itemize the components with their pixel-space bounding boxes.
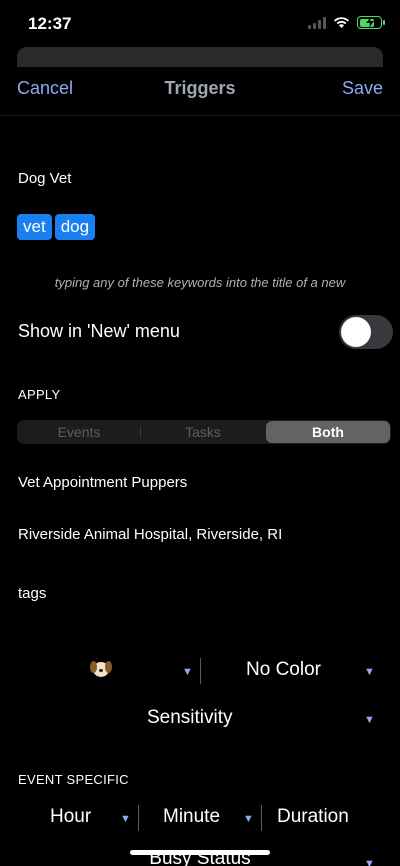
- minute-picker[interactable]: Minute: [163, 806, 220, 828]
- save-button[interactable]: Save: [342, 78, 383, 99]
- chevron-down-icon: ▼: [364, 714, 375, 726]
- chevron-down-icon: ▼: [243, 813, 254, 825]
- apply-section-header: APPLY: [18, 387, 61, 402]
- status-time: 12:37: [28, 14, 72, 33]
- event-title-field[interactable]: Vet Appointment Puppers: [18, 474, 187, 491]
- segment-both[interactable]: Both: [266, 421, 390, 443]
- picker-divider: [261, 805, 262, 831]
- color-picker[interactable]: No Color: [246, 659, 321, 681]
- show-in-new-label: Show in 'New' menu: [18, 321, 180, 341]
- keywords-hint: typing any of these keywords into the ti…: [54, 275, 346, 290]
- status-icons: [308, 16, 385, 29]
- keyword-chip[interactable]: dog: [54, 214, 96, 240]
- battery-charging-icon: [357, 16, 385, 29]
- keyword-chip[interactable]: vet: [17, 214, 52, 240]
- status-bar: 12:37: [0, 0, 400, 46]
- trigger-name-field[interactable]: Dog Vet: [18, 170, 71, 187]
- segment-events[interactable]: Events: [17, 421, 141, 443]
- show-in-new-toggle[interactable]: [339, 315, 393, 349]
- duration-picker[interactable]: Duration: [277, 806, 349, 828]
- picker-divider: [138, 805, 139, 831]
- location-field[interactable]: Riverside Animal Hospital, Riverside, RI: [18, 526, 282, 543]
- wifi-icon: [334, 17, 349, 28]
- chevron-down-icon: ▼: [364, 666, 375, 678]
- sensitivity-picker[interactable]: Sensitivity: [147, 707, 233, 729]
- segment-tasks[interactable]: Tasks: [141, 421, 265, 443]
- cellular-signal-icon: [308, 16, 326, 29]
- navigation-bar: Cancel Triggers Save: [0, 70, 400, 116]
- home-indicator: [130, 850, 270, 855]
- event-specific-section-header: EVENT SPECIFIC: [18, 772, 129, 787]
- hour-picker[interactable]: Hour: [50, 806, 91, 828]
- dog-face-icon: [90, 659, 112, 679]
- apply-segmented-control: Events Tasks Both: [17, 420, 391, 444]
- icon-picker[interactable]: [90, 659, 112, 679]
- picker-divider: [200, 658, 201, 684]
- sensitivity-picker-row: Sensitivity ▼: [0, 705, 400, 733]
- keyword-chips: vet dog: [17, 214, 96, 240]
- background-sheet: [17, 47, 383, 67]
- chevron-down-icon: ▼: [364, 858, 375, 866]
- page-title: Triggers: [164, 78, 236, 98]
- tags-field[interactable]: tags: [18, 585, 46, 602]
- icon-color-picker-row: ▼ No Color ▼: [0, 657, 400, 685]
- chevron-down-icon: ▼: [182, 666, 193, 678]
- chevron-down-icon: ▼: [120, 813, 131, 825]
- toggle-knob: [341, 317, 371, 347]
- time-picker-row: Hour ▼ Minute ▼ Duration: [0, 804, 400, 832]
